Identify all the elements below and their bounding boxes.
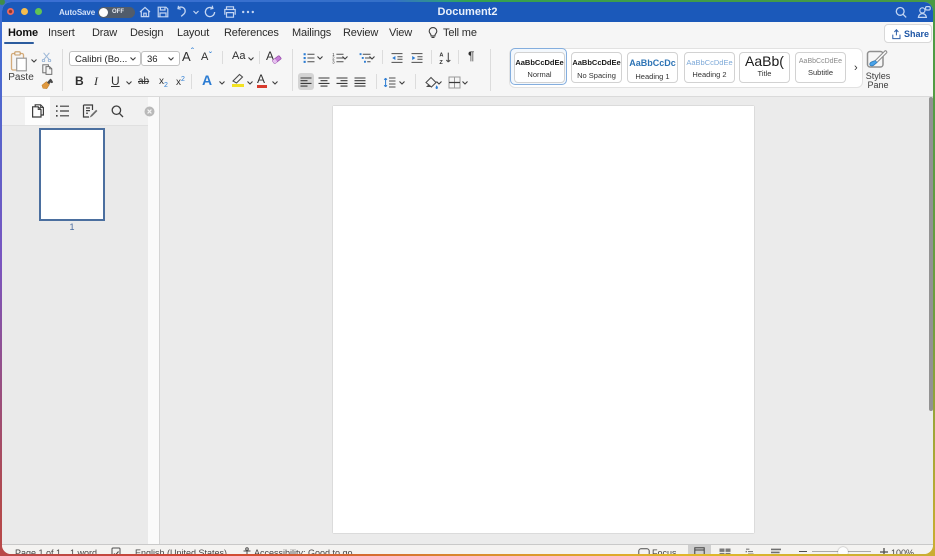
- svg-text:Z: Z: [439, 60, 443, 65]
- svg-text:A: A: [439, 52, 443, 58]
- svg-text:3: 3: [332, 60, 335, 65]
